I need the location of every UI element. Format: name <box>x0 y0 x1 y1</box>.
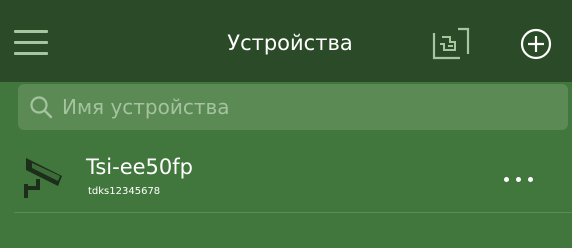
page-title: Устройства <box>227 31 353 55</box>
more-dots-icon <box>496 164 542 194</box>
qr-scan-icon <box>432 27 470 60</box>
top-bar: Устройства <box>0 0 572 82</box>
search-placeholder: Имя устройства <box>62 95 230 119</box>
add-circle-icon <box>520 28 552 60</box>
app-screen: Устройства Имя устройства Tsi-ee50fp tdk… <box>0 0 572 248</box>
more-options-button[interactable] <box>496 164 542 194</box>
device-name: Tsi-ee50fp <box>86 155 193 179</box>
hamburger-menu-icon <box>14 26 48 58</box>
search-input[interactable]: Имя устройства <box>18 84 568 130</box>
search-icon <box>30 96 53 119</box>
menu-button[interactable] <box>14 26 48 58</box>
security-camera-icon <box>24 158 62 198</box>
device-id: tdks12345678 <box>88 186 161 197</box>
list-divider <box>14 212 572 213</box>
device-list-item[interactable]: Tsi-ee50fp tdks12345678 <box>0 144 572 212</box>
add-device-button[interactable] <box>518 26 554 62</box>
scan-button[interactable] <box>428 24 474 62</box>
